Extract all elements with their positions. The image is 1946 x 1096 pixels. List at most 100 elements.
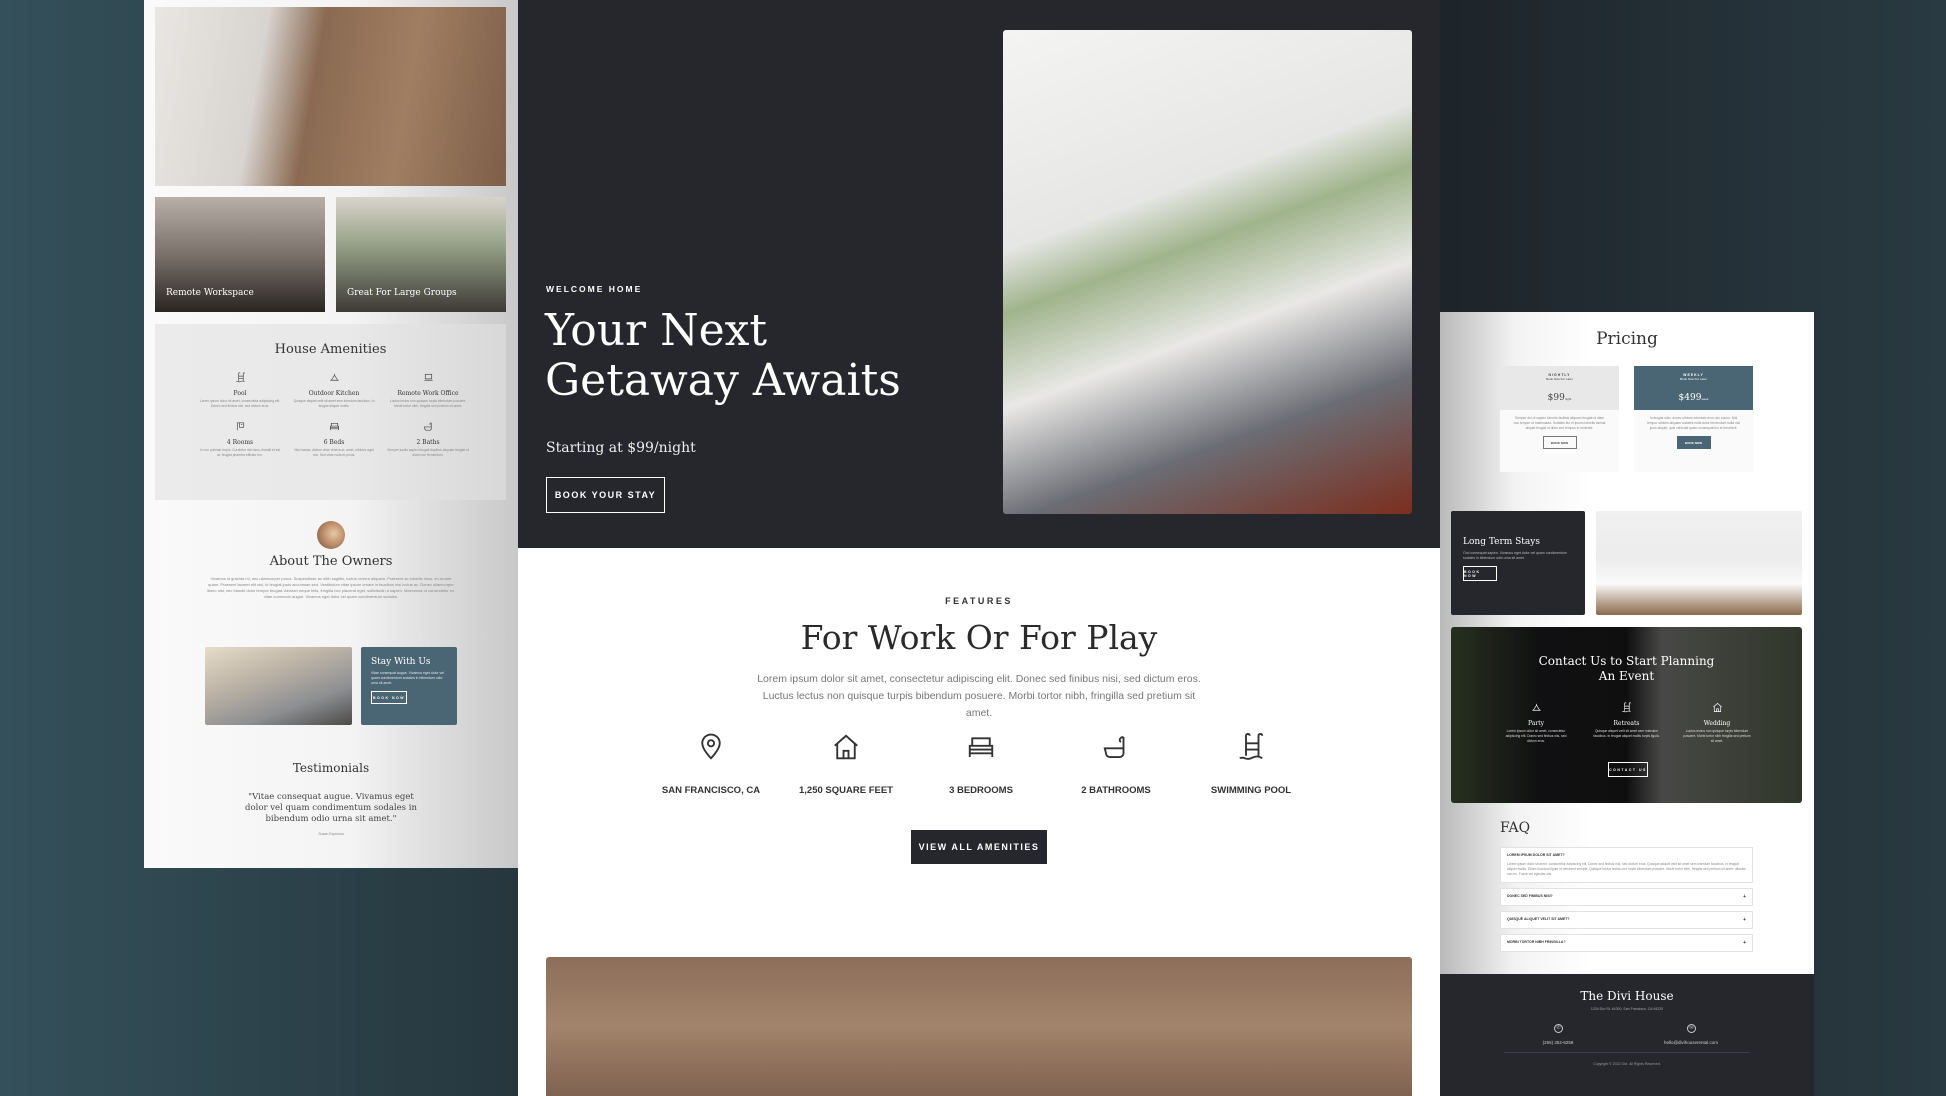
- amenity-label: 6 Beds: [323, 439, 345, 446]
- email-icon: ✉: [1687, 1024, 1696, 1033]
- bathtub-icon: [1103, 736, 1125, 758]
- plan-sub: Book Now For Later: [1546, 377, 1573, 381]
- expand-plus-icon[interactable]: +: [1743, 940, 1746, 946]
- left-page-preview: Remote Workspace Great For Large Groups …: [144, 0, 518, 868]
- feature-item: SWIMMING POOL: [1191, 732, 1311, 796]
- event-type-item: Wedding Luctus lectus non quisque turpis …: [1682, 700, 1752, 744]
- footer-title: The Divi House: [1580, 989, 1674, 1003]
- faq-question: MORBI TORTOR NIBH FRINGILLA?: [1507, 940, 1566, 944]
- event-label: Party: [1527, 720, 1544, 727]
- long-term-text: Orci consequat sapien. Vivamus eget dolo…: [1463, 551, 1567, 560]
- contact-us-button[interactable]: CONTACT US: [1608, 762, 1648, 777]
- amenity-label: Pool: [233, 390, 247, 397]
- amenity-item: 6 Beds Nisi massa, dictum vitae viverra a…: [293, 419, 375, 458]
- bathtub-icon: [423, 422, 432, 431]
- amenity-label: 4 Rooms: [226, 439, 254, 446]
- faq-question: QUISQUE ALIQUET VELIT SIT AMET?: [1507, 917, 1570, 921]
- features-title: For Work Or For Play: [800, 618, 1158, 657]
- footer-copyright: Copyright © 2022 Divi. All Rights Reserv…: [1593, 1062, 1661, 1066]
- bed-icon: [329, 422, 339, 431]
- plan-book-button[interactable]: BOOK NOW: [1542, 436, 1577, 449]
- event-label: Retreats: [1613, 720, 1640, 727]
- expand-plus-icon[interactable]: +: [1743, 917, 1746, 923]
- event-text: Lorem ipsum dolor sit amet, consectetur …: [1505, 729, 1567, 743]
- view-all-amenities-button[interactable]: VIEW ALL AMENITIES: [911, 830, 1047, 864]
- event-label: Wedding: [1703, 720, 1731, 727]
- plan-sub: Book Now For Later: [1680, 377, 1707, 381]
- feature-label: 2 BATHROOMS: [1081, 785, 1151, 796]
- faq-item[interactable]: LOREM IPSUM DOLOR SIT AMET? Lorem ipsum …: [1500, 847, 1753, 883]
- amenity-text: Luctus lectus non quisque turpis bibendu…: [389, 399, 467, 408]
- amenity-label: Outdoor Kitchen: [308, 390, 360, 397]
- hero-subtitle: Starting at $99/night: [546, 440, 696, 456]
- long-term-stays-card: Long Term Stays Orci consequat sapien. V…: [1451, 511, 1585, 615]
- feature-item: 2 BATHROOMS: [1056, 732, 1176, 796]
- bedroom-image: [155, 7, 506, 186]
- event-text: Luctus lectus non quisque turpis bibendu…: [1683, 729, 1751, 743]
- contact-title: Contact Us to Start Planning An Event: [1538, 654, 1715, 683]
- living-room-image: [205, 647, 352, 725]
- plan-text: In feugiat odio, donec ultrices interdum…: [1647, 416, 1740, 430]
- amenity-label: 2 Baths: [416, 439, 440, 446]
- plan-price: $499: [1678, 393, 1702, 403]
- hero-section: WELCOME HOME Your Next Getaway Awaits St…: [518, 0, 1440, 548]
- faq-item[interactable]: MORBI TORTOR NIBH FRINGILLA? +: [1500, 934, 1753, 952]
- gallery-remote-workspace[interactable]: Remote Workspace: [155, 197, 325, 312]
- pool-ladder-icon: [1239, 732, 1264, 760]
- gallery-label: Remote Workspace: [166, 288, 254, 298]
- house-icon: [834, 734, 858, 760]
- plan-book-button[interactable]: BOOK NOW: [1676, 436, 1711, 449]
- faq-item[interactable]: DONEC SED FINIBUS NISI? +: [1500, 888, 1753, 906]
- amenity-item: Pool Lorem ipsum dolor sit amet, consecte…: [199, 370, 281, 409]
- house-icon: [1712, 702, 1722, 712]
- stay-book-now-button[interactable]: BOOK NOW: [371, 691, 407, 704]
- footer-email[interactable]: hello@divihouserental.com: [1651, 1040, 1731, 1045]
- footer-phone[interactable]: (255) 352-6258: [1518, 1040, 1598, 1045]
- pool-ladder-icon: [235, 372, 245, 383]
- stay-title: Stay With Us: [371, 657, 431, 667]
- stay-text: Vitae consequat augue. Vivamus eget dolo…: [371, 671, 445, 685]
- feature-label: 1,250 SQUARE FEET: [799, 785, 893, 796]
- contact-event-section: Contact Us to Start Planning An Event Pa…: [1451, 627, 1802, 803]
- house-amenities-section: House Amenities Pool Lorem ipsum dolor si…: [155, 324, 506, 500]
- main-page-preview: WELCOME HOME Your Next Getaway Awaits St…: [518, 0, 1440, 1096]
- feature-item: SAN FRANCISCO, CA: [651, 732, 771, 796]
- amenity-item: Outdoor Kitchen Quisque aliquet velit sit…: [293, 370, 375, 409]
- bottom-bedroom-image: [546, 957, 1412, 1096]
- gallery-large-groups[interactable]: Great For Large Groups: [336, 197, 506, 312]
- plan-unit: week: [1701, 397, 1709, 401]
- faq-answer: Lorem ipsum dolor sit amet, consectetur …: [1507, 862, 1746, 876]
- testimonial-quote: "Vitae consequat augue. Vivamus eget dol…: [245, 792, 417, 824]
- plan-text: Semper dui ut sapien lobortis facilisis …: [1513, 416, 1606, 430]
- event-text: Quisque aliquet velit sit amet sem inter…: [1593, 729, 1660, 738]
- footer: The Divi House 1234 Divi St. #1000, San …: [1440, 974, 1814, 1096]
- pricing-card-nightly: NIGHTLY Book Now For Later $99night Semp…: [1500, 366, 1619, 472]
- faq-question: DONEC SED FINIBUS NISI?: [1507, 894, 1553, 898]
- expand-plus-icon[interactable]: +: [1743, 894, 1746, 900]
- amenity-text: Semper sociis sapien feugiat dapibus ali…: [387, 448, 469, 457]
- amenity-text: Quisque aliquet velit sit amet sem inter…: [293, 399, 375, 408]
- feature-label: SWIMMING POOL: [1210, 785, 1292, 796]
- amenity-text: In non pulvinar turpis. Curabitur nisi r…: [199, 448, 281, 457]
- faq-item[interactable]: QUISQUE ALIQUET VELIT SIT AMET? +: [1500, 911, 1753, 929]
- map-pin-icon: [701, 733, 721, 760]
- feature-label: SAN FRANCISCO, CA: [661, 785, 761, 796]
- amenity-item: Remote Work Office Luctus lectus non quis…: [387, 370, 469, 409]
- testimonials-title: Testimonials: [292, 761, 370, 775]
- bed-icon: [968, 737, 994, 757]
- event-type-item: Party Lorem ipsum dolor sit amet, consect…: [1501, 700, 1571, 744]
- laptop-icon: [423, 373, 433, 381]
- book-your-stay-button[interactable]: BOOK YOUR STAY: [546, 477, 665, 513]
- right-page-preview: Pricing NIGHTLY Book Now For Later $99ni…: [1440, 312, 1814, 1096]
- pricing-title: Pricing: [1596, 329, 1658, 349]
- faq-question: LOREM IPSUM DOLOR SIT AMET?: [1507, 853, 1565, 857]
- features-text: Lorem ipsum dolor sit amet, consectetur …: [757, 673, 1201, 719]
- door-icon: [236, 422, 244, 431]
- long-term-book-button[interactable]: BOOK NOW: [1463, 566, 1497, 581]
- bedroom-image: [1596, 511, 1802, 615]
- faq-title: FAQ: [1500, 820, 1531, 836]
- grill-icon: [329, 373, 339, 381]
- event-type-item: Retreats Quisque aliquet velit sit amet s…: [1592, 700, 1662, 744]
- amenity-text: Lorem ipsum dolor sit amet, consectetur …: [199, 399, 281, 408]
- pool-ladder-icon: [1622, 702, 1631, 713]
